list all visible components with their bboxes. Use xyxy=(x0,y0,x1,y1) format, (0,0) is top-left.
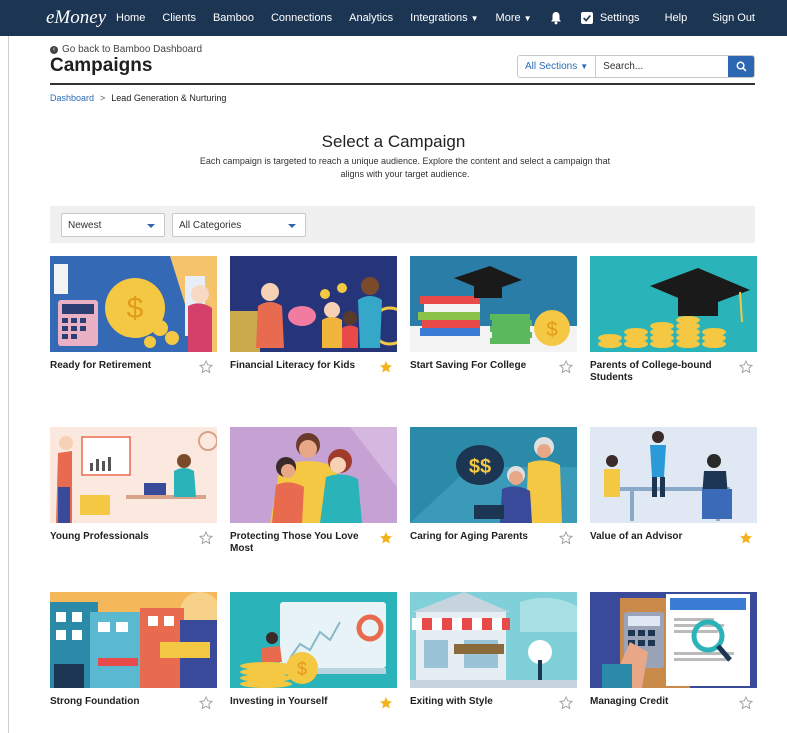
campaign-card[interactable]: Strong Foundation xyxy=(50,592,217,732)
nav-integrations-label: Integrations xyxy=(410,12,468,24)
credit-score-illustration xyxy=(590,592,757,688)
nav-connections[interactable]: Connections xyxy=(271,12,332,24)
campaign-card[interactable]: $ Ready for Retirement xyxy=(50,256,217,396)
campaign-title[interactable]: Strong Foundation xyxy=(50,696,190,708)
breadcrumb-dashboard[interactable]: Dashboard xyxy=(50,93,94,103)
back-link-label: Go back to Bamboo Dashboard xyxy=(62,44,203,55)
search-icon xyxy=(736,61,746,72)
campaign-title[interactable]: Exiting with Style xyxy=(410,696,550,708)
campaign-card[interactable]: Parents of College-bound Students xyxy=(590,256,757,396)
elderly-couple-illustration: $$ xyxy=(410,427,577,523)
family-hug-illustration xyxy=(230,427,397,523)
campaign-card[interactable]: $ Start Saving For College xyxy=(410,256,577,396)
svg-text:$: $ xyxy=(297,659,307,679)
campaign-card[interactable]: Financial Literacy for Kids xyxy=(230,256,397,396)
grad-cap-coins-illustration xyxy=(590,256,757,352)
star-filled-icon[interactable] xyxy=(379,360,393,374)
investing-screen-illustration: $ xyxy=(230,592,397,688)
graduation-books-illustration: $ xyxy=(410,256,577,352)
sort-select[interactable]: Newest xyxy=(61,213,165,237)
retirement-illustration: $ xyxy=(50,256,217,352)
svg-text:$: $ xyxy=(127,292,144,325)
campaign-card[interactable]: Value of an Advisor xyxy=(590,427,757,567)
dropdown-triangle-icon xyxy=(147,224,155,228)
sections-dropdown[interactable]: All Sections ▼ xyxy=(518,56,597,77)
nav-home[interactable]: Home xyxy=(116,12,145,24)
nav-more-dropdown[interactable]: More ▼ xyxy=(496,12,532,24)
campaign-title[interactable]: Managing Credit xyxy=(590,696,730,708)
nav-analytics[interactable]: Analytics xyxy=(349,12,393,24)
sections-label: All Sections xyxy=(525,61,578,72)
hero-title: Select a Campaign xyxy=(321,132,466,151)
advisor-meeting-illustration xyxy=(590,427,757,523)
header-divider xyxy=(50,83,755,85)
family-savings-illustration xyxy=(230,256,397,352)
star-filled-icon[interactable] xyxy=(379,531,393,545)
bell-icon[interactable] xyxy=(549,11,563,25)
category-select[interactable]: All Categories xyxy=(172,213,306,237)
star-filled-icon[interactable] xyxy=(739,531,753,545)
star-outline-icon[interactable] xyxy=(199,696,213,710)
dropdown-triangle-icon xyxy=(288,224,296,228)
office-presentation-illustration xyxy=(50,427,217,523)
sort-value: Newest xyxy=(68,219,102,231)
back-arrow-icon: ‹ xyxy=(50,45,58,54)
campaign-card[interactable]: $$ Caring for Aging Parents xyxy=(410,427,577,567)
campaign-title[interactable]: Caring for Aging Parents xyxy=(410,531,550,543)
nav-sign-out[interactable]: Sign Out xyxy=(712,12,755,24)
star-outline-icon[interactable] xyxy=(739,360,753,374)
star-filled-icon[interactable] xyxy=(379,696,393,710)
campaign-card[interactable]: $ Investing in Yourself xyxy=(230,592,397,732)
caret-down-icon: ▼ xyxy=(523,14,532,23)
nav-settings[interactable]: Settings xyxy=(600,12,640,24)
svg-text:$: $ xyxy=(546,319,557,341)
family-business-illustration xyxy=(50,592,217,688)
caret-down-icon: ▼ xyxy=(580,62,589,71)
star-outline-icon[interactable] xyxy=(199,531,213,545)
nav-clients[interactable]: Clients xyxy=(162,12,196,24)
breadcrumb-current: Lead Generation & Nurturing xyxy=(111,93,227,103)
filter-bar: Newest All Categories xyxy=(50,206,755,243)
nav-bamboo[interactable]: Bamboo xyxy=(213,12,254,24)
breadcrumb-separator: > xyxy=(100,93,106,103)
nav-more-label: More xyxy=(495,12,521,24)
hero-description: Each campaign is targeted to reach a uni… xyxy=(199,156,611,179)
campaign-card[interactable]: Young Professionals xyxy=(50,427,217,567)
campaign-title[interactable]: Protecting Those You Love Most xyxy=(230,531,370,555)
search-bar: All Sections ▼ xyxy=(517,55,755,78)
campaign-card[interactable]: Managing Credit xyxy=(590,592,757,732)
campaign-title[interactable]: Investing in Yourself xyxy=(230,696,370,708)
campaign-title[interactable]: Value of an Advisor xyxy=(590,531,730,543)
campaign-card[interactable]: Exiting with Style xyxy=(410,592,577,732)
campaign-title[interactable]: Start Saving For College xyxy=(410,360,550,372)
star-outline-icon[interactable] xyxy=(559,531,573,545)
campaign-title[interactable]: Financial Literacy for Kids xyxy=(230,360,370,372)
star-outline-icon[interactable] xyxy=(199,360,213,374)
emoney-logo[interactable]: eMoney xyxy=(46,7,116,29)
page-title: Campaigns xyxy=(50,55,153,76)
search-input[interactable] xyxy=(596,56,728,77)
top-nav: eMoney Home Clients Bamboo Connections A… xyxy=(0,0,787,36)
svg-text:$$: $$ xyxy=(469,456,491,478)
back-to-dashboard-link[interactable]: ‹ Go back to Bamboo Dashboard xyxy=(50,44,202,55)
star-outline-icon[interactable] xyxy=(739,696,753,710)
breadcrumb: Dashboard > Lead Generation & Nurturing xyxy=(50,93,226,103)
search-button[interactable] xyxy=(728,56,754,77)
star-outline-icon[interactable] xyxy=(559,360,573,374)
store-for-sale-illustration xyxy=(410,592,577,688)
star-outline-icon[interactable] xyxy=(559,696,573,710)
nav-help[interactable]: Help xyxy=(665,12,688,24)
nav-integrations-dropdown[interactable]: Integrations ▼ xyxy=(410,12,478,24)
campaign-card[interactable]: Protecting Those You Love Most xyxy=(230,427,397,567)
campaign-title[interactable]: Parents of College-bound Students xyxy=(590,360,730,384)
category-value: All Categories xyxy=(179,219,242,231)
caret-down-icon: ▼ xyxy=(470,14,479,23)
campaign-title[interactable]: Young Professionals xyxy=(50,531,190,543)
campaign-title[interactable]: Ready for Retirement xyxy=(50,360,190,372)
